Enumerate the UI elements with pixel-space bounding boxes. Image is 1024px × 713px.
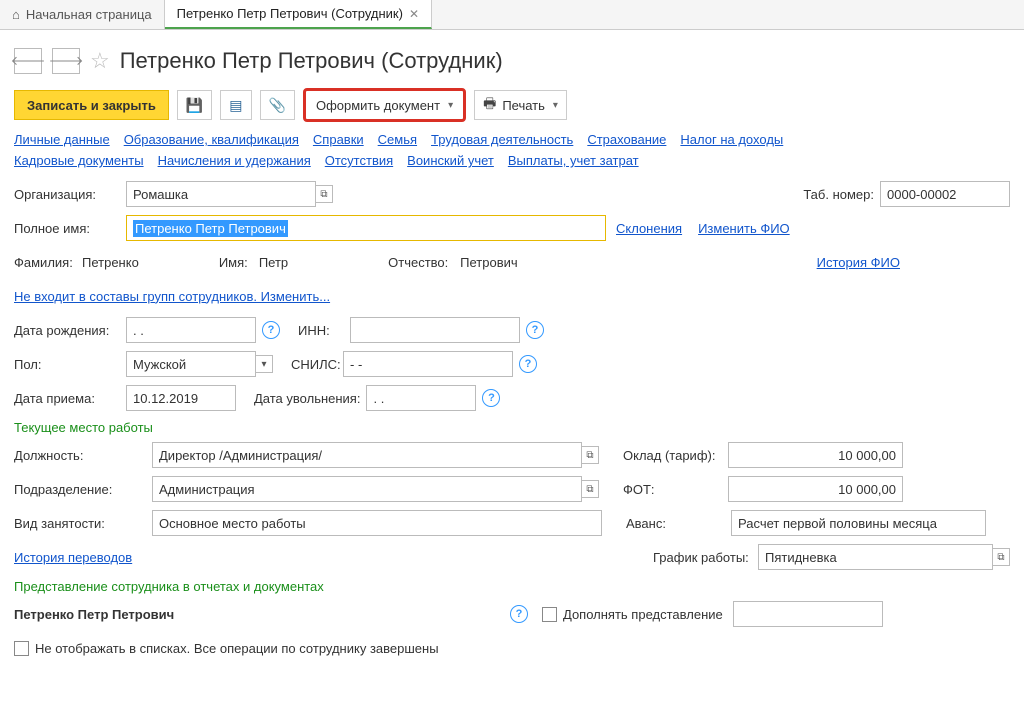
nav-payments[interactable]: Выплаты, учет затрат bbox=[508, 153, 639, 168]
lbl-surname: Фамилия: bbox=[14, 255, 82, 270]
nav-military[interactable]: Воинский учет bbox=[407, 153, 494, 168]
dropdown-sex[interactable]: ▾ bbox=[255, 355, 273, 373]
section-workplace: Текущее место работы bbox=[14, 420, 1010, 435]
nav-absences[interactable]: Отсутствия bbox=[325, 153, 393, 168]
lbl-fot: ФОТ: bbox=[623, 482, 728, 497]
section-representation: Представление сотрудника в отчетах и док… bbox=[14, 579, 1010, 594]
input-position[interactable]: Директор /Администрация/ bbox=[152, 442, 582, 468]
lbl-hide: Не отображать в списках. Все операции по… bbox=[35, 641, 439, 656]
lbl-advance: Аванс: bbox=[626, 516, 731, 531]
print-button[interactable]: 🖶 Печать ▾ bbox=[474, 90, 567, 120]
lbl-patronymic: Отчество: bbox=[388, 255, 460, 270]
help-icon[interactable]: ? bbox=[526, 321, 544, 339]
val-surname: Петренко bbox=[82, 255, 139, 270]
input-employment[interactable]: Основное место работы bbox=[152, 510, 602, 536]
link-change-fio[interactable]: Изменить ФИО bbox=[698, 221, 790, 236]
toolbar: Записать и закрыть 💾 ▤ 📎 Оформить докуме… bbox=[14, 88, 1010, 122]
close-icon[interactable]: ✕ bbox=[409, 7, 419, 21]
open-schedule[interactable]: ⧉ bbox=[992, 548, 1010, 566]
lbl-tabnum: Таб. номер: bbox=[803, 187, 874, 202]
link-declensions[interactable]: Склонения bbox=[616, 221, 682, 236]
input-hiredate[interactable]: 10.12.2019 bbox=[126, 385, 236, 411]
input-tabnum[interactable]: 0000-00002 bbox=[880, 181, 1010, 207]
help-icon[interactable]: ? bbox=[519, 355, 537, 373]
lbl-firedate: Дата увольнения: bbox=[254, 391, 360, 406]
lbl-position: Должность: bbox=[14, 448, 152, 463]
lbl-schedule: График работы: bbox=[653, 550, 758, 565]
input-schedule[interactable]: Пятидневка bbox=[758, 544, 993, 570]
link-history-transfers[interactable]: История переводов bbox=[14, 550, 132, 565]
lbl-sex: Пол: bbox=[14, 357, 126, 372]
favorite-icon[interactable]: ☆ bbox=[90, 48, 110, 74]
tab-bar: ⌂ Начальная страница Петренко Петр Петро… bbox=[0, 0, 1024, 30]
nav-personal[interactable]: Личные данные bbox=[14, 132, 110, 147]
tab-home[interactable]: ⌂ Начальная страница bbox=[0, 0, 165, 29]
input-firedate[interactable]: . . bbox=[366, 385, 476, 411]
input-advance[interactable]: Расчет первой половины месяца bbox=[731, 510, 986, 536]
input-dob[interactable]: . . bbox=[126, 317, 256, 343]
attach-icon: 📎 bbox=[269, 97, 286, 114]
nav-hrdocs[interactable]: Кадровые документы bbox=[14, 153, 144, 168]
help-icon[interactable]: ? bbox=[510, 605, 528, 623]
list-button[interactable]: ▤ bbox=[220, 90, 251, 120]
link-groups[interactable]: Не входит в составы групп сотрудников. И… bbox=[14, 289, 330, 304]
link-history-fio[interactable]: История ФИО bbox=[817, 255, 900, 270]
input-salary[interactable]: 10 000,00 bbox=[728, 442, 903, 468]
chevron-down-icon: ▾ bbox=[448, 100, 453, 111]
nav-accruals[interactable]: Начисления и удержания bbox=[158, 153, 311, 168]
checkbox-hide[interactable] bbox=[14, 641, 29, 656]
save-button[interactable]: 💾 bbox=[177, 90, 212, 120]
lbl-inn: ИНН: bbox=[298, 323, 350, 338]
nav-back[interactable]: 🡐 bbox=[14, 48, 42, 74]
input-fullname[interactable]: Петренко Петр Петрович bbox=[126, 215, 606, 241]
create-document-button[interactable]: Оформить документ ▾ bbox=[303, 88, 466, 122]
help-icon[interactable]: ? bbox=[482, 389, 500, 407]
input-fot[interactable]: 10 000,00 bbox=[728, 476, 903, 502]
val-name: Петр bbox=[259, 255, 288, 270]
tab-home-label: Начальная страница bbox=[26, 7, 152, 22]
nav-taxes[interactable]: Налог на доходы bbox=[680, 132, 783, 147]
tab-current[interactable]: Петренко Петр Петрович (Сотрудник) ✕ bbox=[165, 0, 432, 29]
lbl-salary: Оклад (тариф): bbox=[623, 448, 728, 463]
lbl-fullname: Полное имя: bbox=[14, 221, 126, 236]
lbl-dob: Дата рождения: bbox=[14, 323, 126, 338]
val-patronymic: Петрович bbox=[460, 255, 518, 270]
nav-education[interactable]: Образование, квалификация bbox=[124, 132, 299, 147]
lbl-name: Имя: bbox=[219, 255, 259, 270]
lbl-add-repr: Дополнять представление bbox=[563, 607, 723, 622]
input-add-repr[interactable] bbox=[733, 601, 883, 627]
chevron-down-icon: ▾ bbox=[553, 100, 558, 111]
open-position[interactable]: ⧉ bbox=[581, 446, 599, 464]
lbl-department: Подразделение: bbox=[14, 482, 152, 497]
attach-button[interactable]: 📎 bbox=[260, 90, 295, 120]
save-close-button[interactable]: Записать и закрыть bbox=[14, 90, 169, 120]
nav-forward[interactable]: 🡒 bbox=[52, 48, 80, 74]
nav-family[interactable]: Семья bbox=[378, 132, 417, 147]
page-title: Петренко Петр Петрович (Сотрудник) bbox=[120, 48, 503, 74]
input-snils[interactable]: - - bbox=[343, 351, 513, 377]
lbl-employment: Вид занятости: bbox=[14, 516, 152, 531]
open-org[interactable]: ⧉ bbox=[315, 185, 333, 203]
lbl-org: Организация: bbox=[14, 187, 126, 202]
input-inn[interactable] bbox=[350, 317, 520, 343]
input-org[interactable]: Ромашка bbox=[126, 181, 316, 207]
home-icon: ⌂ bbox=[12, 7, 20, 22]
lbl-hiredate: Дата приема: bbox=[14, 391, 126, 406]
nav-references[interactable]: Справки bbox=[313, 132, 364, 147]
lbl-snils: СНИЛС: bbox=[291, 357, 343, 372]
input-sex[interactable]: Мужской bbox=[126, 351, 256, 377]
save-icon: 💾 bbox=[186, 97, 203, 114]
nav-insurance[interactable]: Страхование bbox=[587, 132, 666, 147]
checkbox-add-repr[interactable] bbox=[542, 607, 557, 622]
val-repr-name: Петренко Петр Петрович bbox=[14, 607, 504, 622]
tab-current-label: Петренко Петр Петрович (Сотрудник) bbox=[177, 6, 403, 21]
help-icon[interactable]: ? bbox=[262, 321, 280, 339]
open-department[interactable]: ⧉ bbox=[581, 480, 599, 498]
printer-icon: 🖶 bbox=[483, 93, 496, 117]
list-icon: ▤ bbox=[229, 97, 242, 114]
input-department[interactable]: Администрация bbox=[152, 476, 582, 502]
nav-labor[interactable]: Трудовая деятельность bbox=[431, 132, 573, 147]
